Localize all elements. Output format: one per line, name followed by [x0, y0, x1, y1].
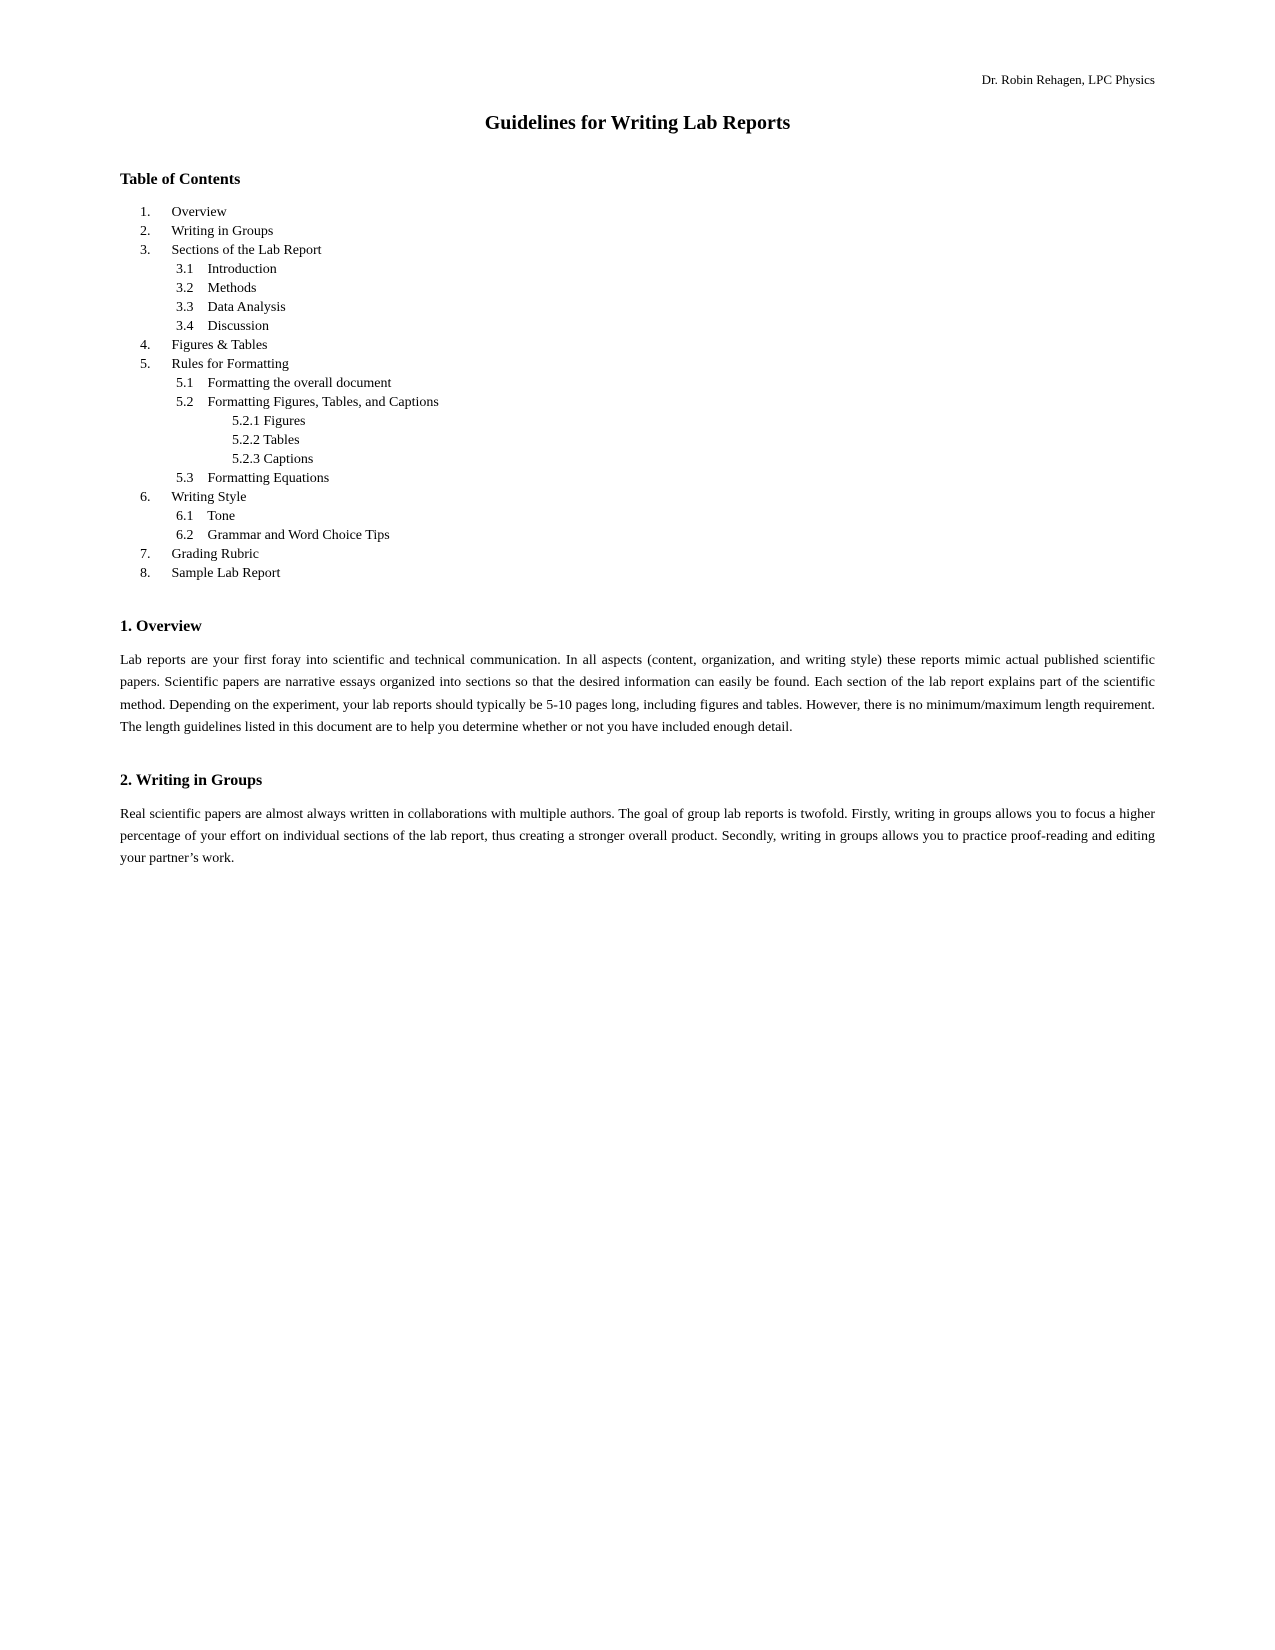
toc-item-3-2: 3.2 Methods — [176, 281, 1155, 297]
document-header: Dr. Robin Rehagen, LPC Physics — [120, 72, 1155, 88]
toc-num-7: 7. — [140, 547, 168, 563]
toc-item-7: 7. Grading Rubric — [140, 547, 1155, 563]
toc-item-8: 8. Sample Lab Report — [140, 566, 1155, 582]
toc-label-2: Writing in Groups — [171, 224, 273, 239]
toc-num-1: 1. — [140, 205, 168, 221]
toc-num-3-3: 3.3 — [176, 300, 204, 316]
toc-item-3: 3. Sections of the Lab Report — [140, 243, 1155, 259]
toc-label-5-2: Formatting Figures, Tables, and Captions — [208, 395, 439, 410]
section-overview-body: Lab reports are your first foray into sc… — [120, 650, 1155, 740]
toc-num-6-1: 6.1 — [176, 509, 204, 525]
toc-label-3-2: Methods — [208, 281, 257, 296]
toc-label-5-3: Formatting Equations — [208, 471, 330, 486]
document-title: Guidelines for Writing Lab Reports — [120, 112, 1155, 135]
toc-item-5-2-3: 5.2.3 Captions — [232, 452, 1155, 468]
toc-label-6-1: Tone — [207, 509, 235, 524]
toc-num-3-1: 3.1 — [176, 262, 204, 278]
toc-label-3-1: Introduction — [208, 262, 277, 277]
toc-label-7: Grading Rubric — [172, 547, 259, 562]
toc-num-3-2: 3.2 — [176, 281, 204, 297]
toc-label-3: Sections of the Lab Report — [172, 243, 322, 258]
toc-label-6-2: Grammar and Word Choice Tips — [208, 528, 390, 543]
toc-sub-3: 3.1 Introduction 3.2 Methods 3.3 Data An… — [140, 262, 1155, 335]
toc-num-5: 5. — [140, 357, 168, 373]
toc-label-5: Rules for Formatting — [172, 357, 289, 372]
table-of-contents: Table of Contents 1. Overview 2. Writing… — [120, 171, 1155, 582]
section-overview-paragraph: Lab reports are your first foray into sc… — [120, 650, 1155, 740]
toc-num-8: 8. — [140, 566, 168, 582]
toc-item-5-2-2: 5.2.2 Tables — [232, 433, 1155, 449]
document-page: Dr. Robin Rehagen, LPC Physics Guideline… — [0, 0, 1275, 1650]
toc-num-5-2-2: 5.2.2 — [232, 433, 260, 449]
toc-num-5-1: 5.1 — [176, 376, 204, 392]
toc-label-5-2-3: Captions — [264, 452, 314, 467]
toc-item-6-2: 6.2 Grammar and Word Choice Tips — [176, 528, 1155, 544]
toc-item-3-3: 3.3 Data Analysis — [176, 300, 1155, 316]
toc-num-2: 2. — [140, 224, 168, 240]
toc-label-5-1: Formatting the overall document — [208, 376, 392, 391]
toc-num-3: 3. — [140, 243, 168, 259]
toc-num-6: 6. — [140, 490, 168, 506]
section-overview-heading: 1. Overview — [120, 618, 1155, 636]
toc-label-6: Writing Style — [171, 490, 246, 505]
section-writing-in-groups: 2. Writing in Groups Real scientific pap… — [120, 772, 1155, 871]
toc-item-1: 1. Overview — [140, 205, 1155, 221]
toc-sub-5: 5.1 Formatting the overall document 5.2 … — [140, 376, 1155, 487]
toc-num-5-2-1: 5.2.1 — [232, 414, 260, 430]
toc-num-5-2: 5.2 — [176, 395, 204, 411]
toc-label-3-4: Discussion — [208, 319, 269, 334]
section-writing-body: Real scientific papers are almost always… — [120, 804, 1155, 871]
toc-num-3-4: 3.4 — [176, 319, 204, 335]
toc-item-5-3: 5.3 Formatting Equations — [176, 471, 1155, 487]
section-writing-paragraph: Real scientific papers are almost always… — [120, 804, 1155, 871]
toc-item-2: 2. Writing in Groups — [140, 224, 1155, 240]
toc-item-5-2-1: 5.2.1 Figures — [232, 414, 1155, 430]
toc-label-4: Figures & Tables — [172, 338, 268, 353]
toc-label-1: Overview — [172, 205, 227, 220]
toc-item-6-1: 6.1 Tone — [176, 509, 1155, 525]
section-writing-heading: 2. Writing in Groups — [120, 772, 1155, 790]
toc-item-3-1: 3.1 Introduction — [176, 262, 1155, 278]
toc-item-5-2: 5.2 Formatting Figures, Tables, and Capt… — [176, 395, 1155, 411]
toc-item-3-4: 3.4 Discussion — [176, 319, 1155, 335]
toc-sub-6: 6.1 Tone 6.2 Grammar and Word Choice Tip… — [140, 509, 1155, 544]
toc-label-3-3: Data Analysis — [208, 300, 286, 315]
toc-item-5-1: 5.1 Formatting the overall document — [176, 376, 1155, 392]
toc-sub-5-2: 5.2.1 Figures 5.2.2 Tables 5.2.3 Caption… — [176, 414, 1155, 468]
toc-item-6: 6. Writing Style — [140, 490, 1155, 506]
toc-label-5-2-2: Tables — [263, 433, 299, 448]
toc-num-4: 4. — [140, 338, 168, 354]
toc-label-8: Sample Lab Report — [172, 566, 281, 581]
toc-num-6-2: 6.2 — [176, 528, 204, 544]
section-overview: 1. Overview Lab reports are your first f… — [120, 618, 1155, 740]
toc-item-4: 4. Figures & Tables — [140, 338, 1155, 354]
toc-heading: Table of Contents — [120, 171, 1155, 189]
author-info: Dr. Robin Rehagen, LPC Physics — [982, 72, 1155, 87]
toc-list: 1. Overview 2. Writing in Groups 3. Sect… — [120, 205, 1155, 582]
toc-num-5-3: 5.3 — [176, 471, 204, 487]
toc-item-5: 5. Rules for Formatting — [140, 357, 1155, 373]
toc-num-5-2-3: 5.2.3 — [232, 452, 260, 468]
toc-label-5-2-1: Figures — [264, 414, 306, 429]
